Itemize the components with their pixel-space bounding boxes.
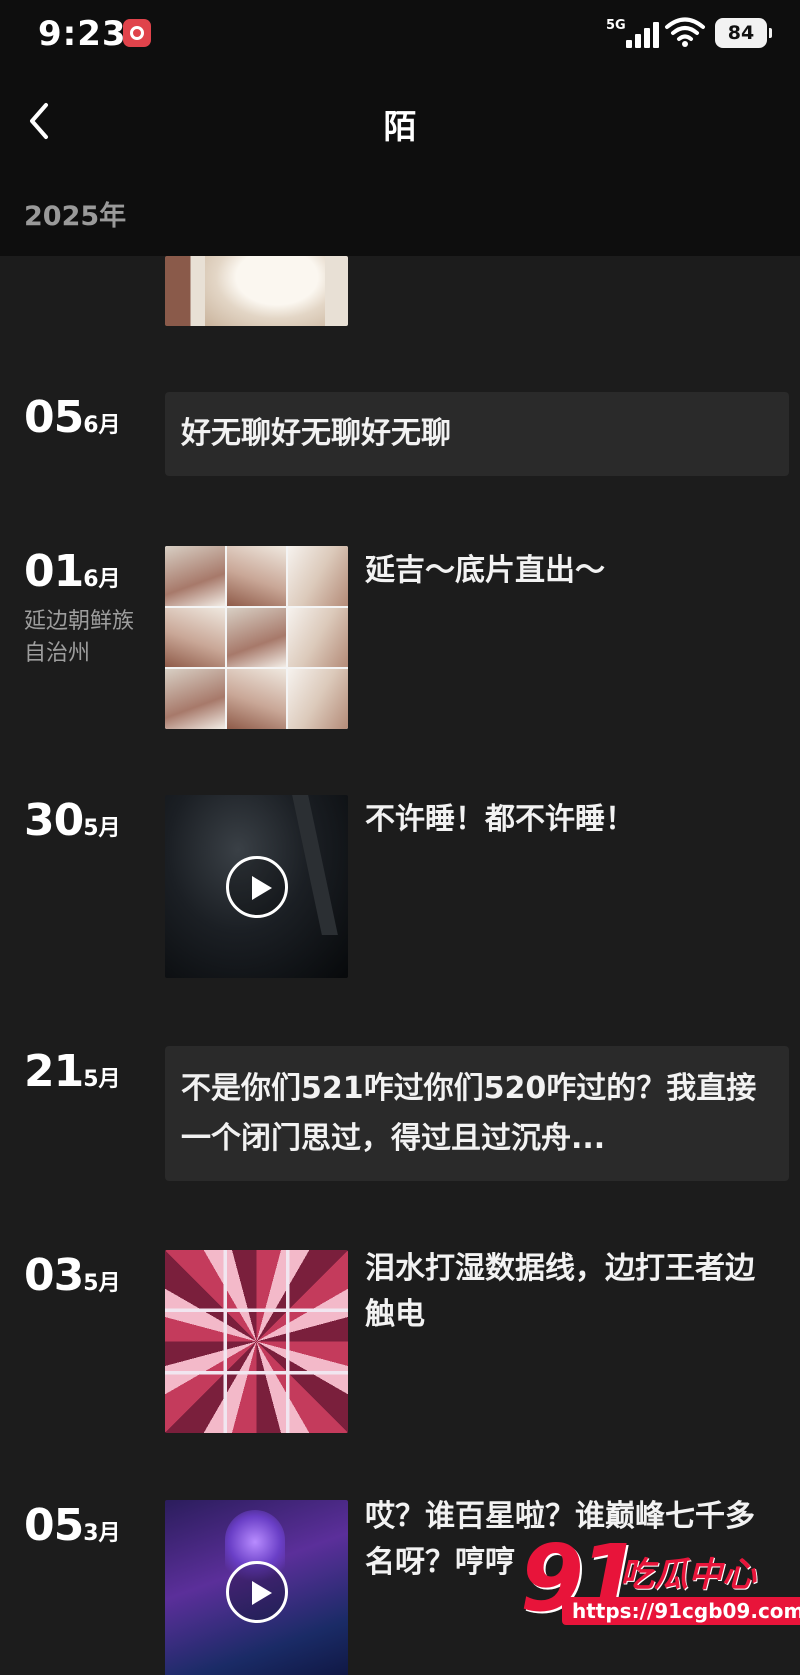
play-icon[interactable] — [226, 856, 288, 918]
entry-month: 6月 — [83, 413, 121, 438]
app-notification-icon — [123, 19, 151, 47]
entry-day: 21 — [24, 1046, 84, 1097]
play-icon[interactable] — [226, 1561, 288, 1623]
text-post-card[interactable]: 好无聊好无聊好无聊 — [165, 392, 789, 476]
post-text: 延吉～底片直出～ — [365, 553, 605, 588]
page-header: 陌 2025年 — [0, 70, 800, 256]
signal-icon — [622, 22, 660, 48]
entry-date: 215月 — [24, 1046, 121, 1097]
battery-indicator: 84 — [715, 18, 772, 48]
post-thumbnail-partial[interactable] — [165, 256, 348, 326]
wifi-icon — [665, 17, 705, 47]
post-text: 不是你们521咋过你们520咋过的？我直接一个闭门思过，得过且过沉舟... — [181, 1071, 757, 1156]
entry-location: 延边朝鲜族自治州 — [24, 609, 135, 666]
post-text: 好无聊好无聊好无聊 — [181, 416, 451, 451]
entry-date: 305月 — [24, 795, 121, 846]
entry-month: 5月 — [83, 1067, 121, 1092]
entry-month: 6月 — [83, 567, 121, 592]
photo-thumbnail[interactable] — [165, 1250, 348, 1433]
entry-month: 3月 — [83, 1521, 121, 1546]
entry-date: 016月 — [24, 546, 121, 597]
entry-month: 5月 — [83, 816, 121, 841]
status-bar: 9:23 5G 84 — [0, 0, 800, 70]
entry-date: 053月 — [24, 1500, 121, 1551]
status-time: 9:23 — [38, 14, 127, 54]
year-label: 2025年 — [24, 201, 127, 232]
entry-date: 056月 — [24, 392, 121, 443]
watermark-url: https://91cgb09.com — [562, 1597, 800, 1625]
text-post-card[interactable]: 不是你们521咋过你们520咋过的？我直接一个闭门思过，得过且过沉舟... — [165, 1046, 789, 1181]
timeline-page: 9:23 5G 84 陌 2025年 056月 好无聊好无聊好无聊 016月 延… — [0, 0, 800, 1675]
entry-day: 30 — [24, 795, 84, 846]
post-text: 不许睡！都不许睡！ — [365, 802, 635, 837]
photo-grid-thumbnail[interactable] — [165, 546, 348, 729]
entry-day: 05 — [24, 1500, 84, 1551]
entry-day: 03 — [24, 1250, 84, 1301]
site-watermark: 91 吃瓜中心 https://91cgb09.com — [520, 1525, 800, 1643]
entry-date: 035月 — [24, 1250, 121, 1301]
page-title: 陌 — [383, 107, 417, 146]
video-thumbnail[interactable] — [165, 1500, 348, 1675]
entry-day: 01 — [24, 546, 84, 597]
watermark-brand: 吃瓜中心 — [620, 1555, 756, 1595]
post-text: 泪水打湿数据线，边打王者边触电 — [365, 1251, 755, 1332]
video-thumbnail[interactable] — [165, 795, 348, 978]
entry-day: 05 — [24, 392, 84, 443]
entry-month: 5月 — [83, 1271, 121, 1296]
